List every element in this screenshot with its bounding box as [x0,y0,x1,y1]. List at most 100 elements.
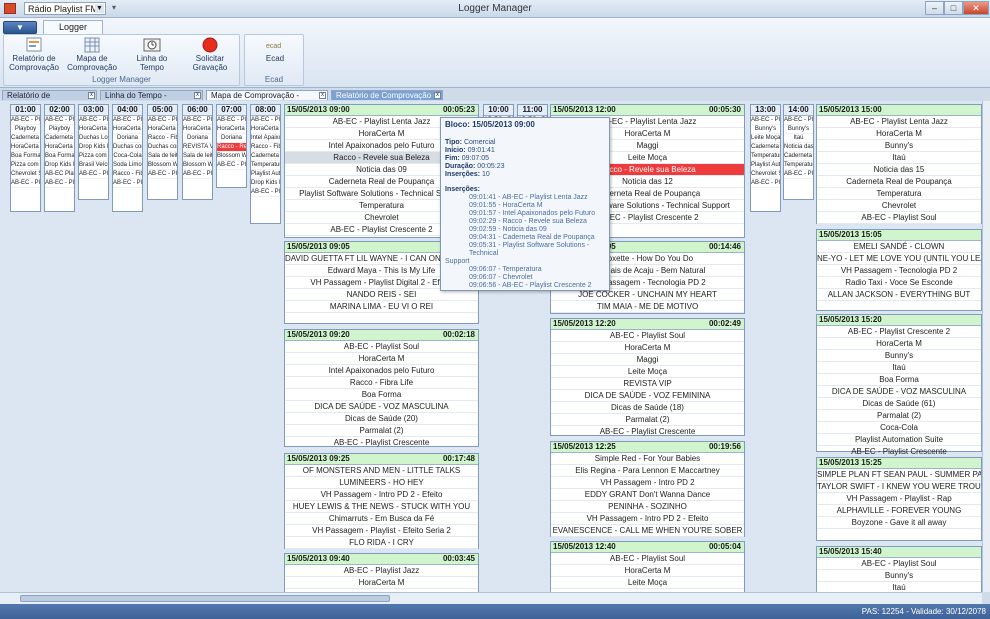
program-block[interactable]: 14:00AB-EC - Playlist CresBunny'sItaúNot… [783,104,814,200]
insertion-line[interactable]: AB-EC - Playlist Soul [285,341,478,353]
insertion-line[interactable]: AB-EC Playlist Soul [45,170,74,179]
vertical-scrollbar[interactable] [982,101,990,592]
insertion-line[interactable]: LUMINEERS - HO HEY [285,477,478,489]
insertion-line[interactable]: SIMPLE PLAN FT SEAN PAUL - SUMMER PARADI… [817,469,981,481]
insertion-line[interactable]: EVANESCENCE - CALL ME WHEN YOU'RE SOBER [551,525,744,537]
insertion-line[interactable]: Dicas de Saúde (61) [817,398,981,410]
insertion-line[interactable]: FLO RIDA - I CRY [285,537,478,549]
insertion-line[interactable]: NE-YO - LET ME LOVE YOU (UNTIL YOU LEARN… [817,253,981,265]
horizontal-scrollbar[interactable] [0,592,982,604]
insertion-line[interactable]: VH Passagem - Playlist - Efeito Seria 2 [285,525,478,537]
insertion-line[interactable]: Blossom Wite [183,161,212,170]
insertion-line[interactable]: Caderneta Real [751,143,780,152]
insertion-line[interactable]: Radio Taxi - Voce Se Esconde [817,277,981,289]
insertion-line[interactable]: Itaú [817,582,981,592]
insertion-line[interactable]: Racco - Fibra Life [285,377,478,389]
insertion-line[interactable]: Duchas Lorenzetti [79,134,108,143]
insertion-line[interactable]: AB-EC - Playlist Cres [148,170,177,179]
insertion-line[interactable]: AB-EC - Playlist Cres [251,188,280,197]
insertion-line[interactable]: Drop Kids Honda [45,161,74,170]
insertion-line[interactable]: Caderneta Real [251,152,280,161]
program-block[interactable]: 02:00AB-EC - Playlist CresPlayboyCaderne… [44,104,75,212]
application-menu-button[interactable]: ▼ [3,21,37,34]
insertion-line[interactable]: AB-EC - Playlist Soul [11,179,40,188]
tab-relatorio-ecad[interactable]: Relatório de Comprovação - Ecadx [331,90,443,109]
insertion-line[interactable]: AB-EC - Playlist Lens [79,116,108,125]
insertion-line[interactable]: HoraCerta M [251,125,280,134]
close-button[interactable]: ✕ [963,1,989,15]
insertion-line[interactable]: Playboy [11,125,40,134]
program-block[interactable]: 15/05/2013 15:05 EMELI SANDÉ - CLOWN NE-YO… [816,229,982,311]
solicitar-gravacao-button[interactable]: Solicitar Gravação [182,37,238,73]
insertion-line[interactable]: Itaú [817,362,981,374]
program-block[interactable]: 04:00AB-EC - Playlist CresHoraCerta MDor… [112,104,143,212]
insertion-line[interactable]: REVISTA VIP [551,378,744,390]
insertion-line[interactable]: HoraCerta M [183,125,212,134]
insertion-line[interactable]: HUEY LEWIS & THE NEWS - STUCK WITH YOU [285,501,478,513]
relatorio-comprovacao-button[interactable]: Relatório de Comprovação [6,37,62,73]
insertion-line[interactable]: Bunny's [817,350,981,362]
insertion-line[interactable]: Coca-Cola [817,422,981,434]
insertion-line[interactable]: Boa Forma [285,389,478,401]
insertion-line[interactable]: Parmalat (2) [551,414,744,426]
insertion-line[interactable]: DICA DE SAÚDE - VOZ MASCULINA [285,401,478,413]
insertion-line[interactable]: AB-EC - Playlist Soul [784,170,813,179]
insertion-line[interactable]: Temperatura [784,161,813,170]
insertion-line[interactable]: PENINHA - SOZINHO [551,501,744,513]
program-block[interactable]: 05:00AB-EC - Playlist CresHoraCerta MRac… [147,104,178,200]
insertion-line[interactable]: Boa Forma [817,374,981,386]
insertion-line[interactable]: Racco - Revele sua [217,143,246,152]
insertion-line[interactable]: AB-EC - Playlist Soul [217,161,246,170]
insertion-line[interactable]: Blossom Wite [148,161,177,170]
insertion-line[interactable]: HoraCerta M [551,342,744,354]
program-block[interactable]: 15/05/2013 12:20 00:02:49 AB-EC - Playlist… [550,318,745,438]
insertion-line[interactable]: Chevrolet Silverado [11,170,40,179]
insertion-line[interactable]: Elis Regina - Para Lennon E Maccartney [551,465,744,477]
insertion-line[interactable]: Parmalat (2) [817,410,981,422]
insertion-line[interactable]: Intel Apaixonados pelo Futuro [285,365,478,377]
insertion-line[interactable]: Soda Limonada [113,161,142,170]
insertion-line[interactable]: OF MONSTERS AND MEN - LITTLE TALKS [285,465,478,477]
insertion-line[interactable]: Parmalat (2) [285,425,478,437]
insertion-line[interactable]: Racco - Fibra Life [113,170,142,179]
insertion-line[interactable]: AB-EC - Playlist Lenta Jazz [817,116,981,128]
insertion-line[interactable]: AB-EC - Playlist Crescente 2 [817,326,981,338]
program-block[interactable]: 13:00AB-EC - Playlist LensBunny'sLeite M… [750,104,781,212]
insertion-line[interactable]: Maggi [551,354,744,366]
insertion-line[interactable]: Caderneta Real [784,152,813,161]
insertion-line[interactable]: HoraCerta M [113,125,142,134]
insertion-line[interactable]: AB-EC - Playlist Jazz [79,170,108,179]
insertion-line[interactable]: Caderneta Real de Poupança [817,176,981,188]
program-block[interactable]: 01:00AB-EC - Playlist CresPlayboyCaderne… [10,104,41,212]
insertion-line[interactable]: Caderneta Bamerindus [45,134,74,143]
insertion-line[interactable]: HoraCerta M [217,125,246,134]
insertion-line[interactable]: Doriana [217,134,246,143]
insertion-line[interactable]: AB-EC - Playlist Crescente [551,426,744,438]
insertion-line[interactable]: TIM MAIA - ME DE MOTIVO [551,301,744,313]
program-block[interactable]: 15/05/2013 15:20 AB-EC - Playlist Crescen… [816,314,982,458]
insertion-line[interactable]: Duchas corona [148,143,177,152]
insertion-line[interactable]: Playlist Automation Suite [817,434,981,446]
insertion-line[interactable]: AB-EC - Playlist Soul [113,179,142,188]
insertion-line[interactable]: Doriana [183,134,212,143]
insertion-line[interactable]: Playlist Automation [751,161,780,170]
insertion-line[interactable]: AB-EC - Playlist Jazz [285,565,478,577]
insertion-line[interactable]: Coca-Cola [113,152,142,161]
tab-mapa-comprovacao[interactable]: Mapa de Comprovação - 15/05/2013x [206,90,328,109]
insertion-line[interactable]: AB-EC - Playlist Soul [183,116,212,125]
close-icon[interactable]: x [88,92,95,99]
insertion-line[interactable]: Blossom Wite [217,152,246,161]
insertion-line[interactable]: VH Passagem - Intro PD 2 - Efeito [285,489,478,501]
insertion-line[interactable]: VH Passagem - Intro PD 2 [551,477,744,489]
program-block[interactable]: 07:00AB-EC - Playlist LensHoraCerta MDor… [216,104,247,188]
insertion-line[interactable]: EDDY GRANT Don't Wanna Dance [551,489,744,501]
insertion-line[interactable]: Intel Apaixonados [251,134,280,143]
insertion-line[interactable]: ALLAN JACKSON - EVERYTHING BUT [817,289,981,301]
insertion-line[interactable]: AB-EC - Playlist Lens [751,116,780,125]
program-block[interactable]: 06:00AB-EC - Playlist SoulHoraCerta MDor… [182,104,213,200]
insertion-line[interactable]: DICA DE SAÚDE - VOZ MASCULINA [817,386,981,398]
insertion-line[interactable]: VH Passagem - Playlist - Rap [817,493,981,505]
ecad-button[interactable]: ecad Ecad [247,37,303,73]
insertion-line[interactable]: AB-EC - Playlist Cres [45,116,74,125]
insertion-line[interactable]: AB-EC - Playlist Crescente [285,437,478,449]
